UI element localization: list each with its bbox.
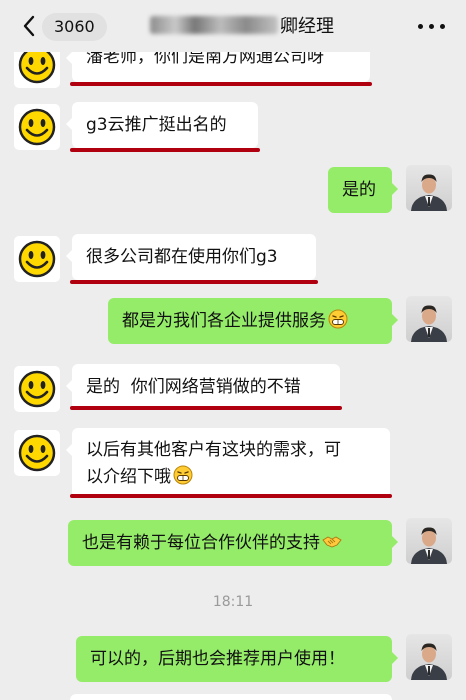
red-underline bbox=[70, 494, 392, 498]
my-avatar[interactable] bbox=[406, 518, 452, 564]
message-bubble[interactable]: 都是为我们各企业提供服务 bbox=[108, 298, 398, 344]
handshake-emoji-icon bbox=[322, 536, 342, 548]
message-row: 是的 bbox=[0, 163, 466, 217]
my-avatar[interactable] bbox=[406, 165, 452, 211]
red-underline bbox=[70, 82, 372, 86]
unread-count-badge[interactable]: 3060 bbox=[42, 13, 107, 41]
message-bubble[interactable]: 也是有赖于每位合作伙伴的支持 bbox=[68, 520, 398, 566]
my-avatar[interactable] bbox=[406, 634, 452, 680]
message-row: 可以的，后期也会推荐用户使用！ bbox=[0, 632, 466, 686]
message-text-line: 以后有其他客户有这块的需求，可 bbox=[86, 440, 341, 460]
message-bubble[interactable]: 以后有其他客户有这块的需求，可 以介绍下哦 bbox=[66, 428, 390, 498]
message-bubble[interactable]: 是的 你们网络营销做的不错 bbox=[66, 364, 340, 410]
message-row: 很多公司都在使用你们g3 bbox=[0, 232, 466, 292]
chat-title: 卿经理 bbox=[150, 16, 334, 38]
contact-avatar[interactable] bbox=[14, 104, 60, 150]
my-avatar[interactable] bbox=[406, 296, 452, 342]
message-row: 都是为我们各企业提供服务 bbox=[0, 294, 466, 348]
message-text: 也是有赖于每位合作伙伴的支持 bbox=[82, 533, 320, 553]
contact-avatar[interactable] bbox=[14, 236, 60, 282]
message-text: 都是为我们各企业提供服务 bbox=[122, 311, 326, 331]
message-text-line: 以介绍下哦 bbox=[86, 464, 376, 491]
chat-title-suffix: 卿经理 bbox=[280, 16, 334, 37]
message-timestamp: 18:11 bbox=[212, 594, 254, 610]
message-bubble[interactable]: 可以的，后期也会推荐用户使用！ bbox=[76, 636, 398, 682]
message-row: 是的 你们网络营销做的不错 bbox=[0, 362, 466, 422]
message-text: 以介绍下哦 bbox=[86, 467, 171, 487]
blurred-name bbox=[150, 16, 278, 34]
message-row: 以后有其他客户有这块的需求，可 以介绍下哦 bbox=[0, 426, 466, 506]
message-row: 也是有赖于每位合作伙伴的支持 bbox=[0, 516, 466, 570]
grin-emoji-icon bbox=[328, 309, 348, 329]
chat-header: 3060 卿经理 bbox=[0, 0, 466, 52]
contact-avatar[interactable] bbox=[14, 366, 60, 412]
message-row: g3云推广挺出名的 bbox=[0, 100, 466, 160]
message-bubble-partial bbox=[70, 694, 392, 700]
more-icon[interactable] bbox=[418, 18, 448, 34]
red-underline bbox=[70, 148, 260, 152]
back-arrow-icon[interactable] bbox=[22, 15, 42, 37]
message-bubble[interactable]: 是的 bbox=[328, 167, 398, 213]
message-bubble[interactable]: 很多公司都在使用你们g3 bbox=[66, 234, 316, 280]
red-underline bbox=[70, 280, 318, 284]
contact-avatar[interactable] bbox=[14, 430, 60, 476]
message-bubble[interactable]: g3云推广挺出名的 bbox=[66, 102, 258, 148]
grin-emoji-icon bbox=[173, 465, 193, 485]
red-underline bbox=[70, 406, 342, 410]
